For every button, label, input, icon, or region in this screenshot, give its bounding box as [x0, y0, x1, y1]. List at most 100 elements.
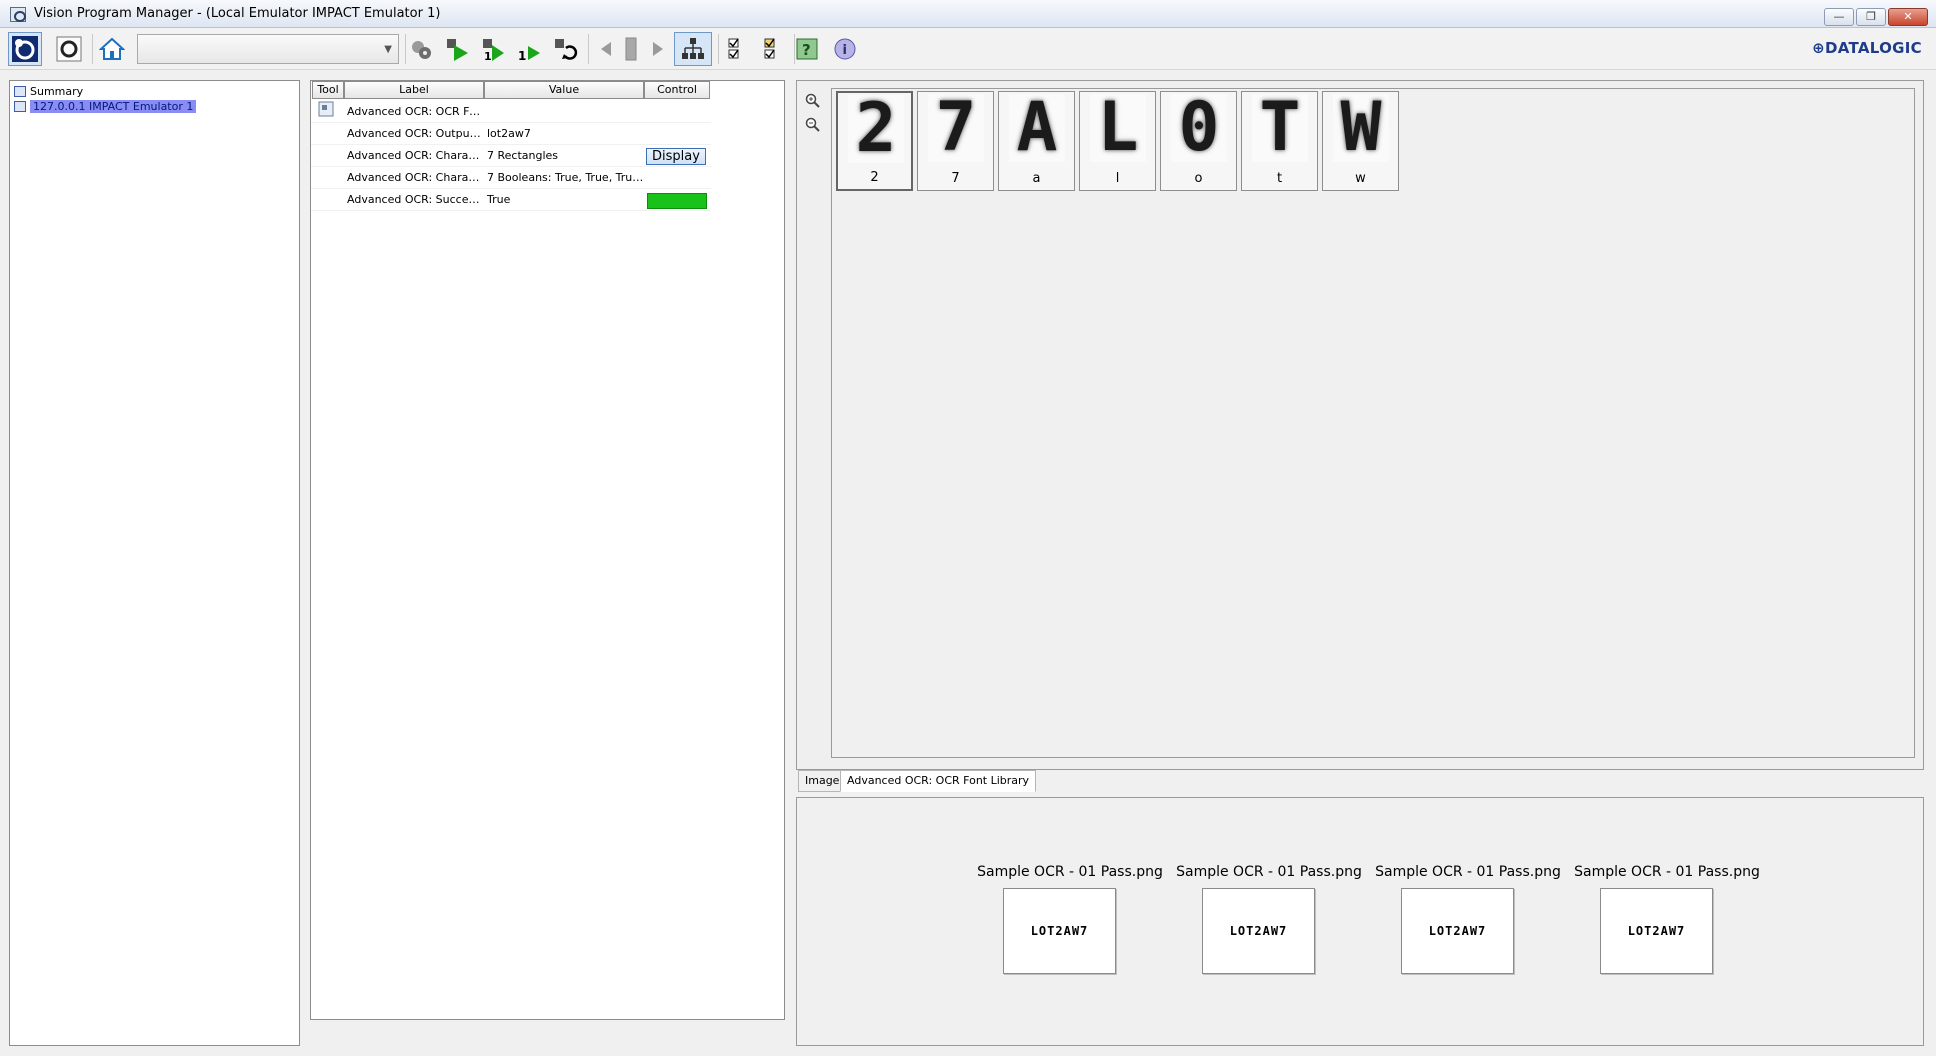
step-one-icon[interactable]: 1 [512, 32, 546, 66]
value-cell: 7 Rectangles [487, 149, 559, 162]
sample-image-item[interactable]: Sample OCR - 01 Pass.png LOT2AW7 [1174, 864, 1364, 974]
table-row[interactable]: Advanced OCR: OCR Fon... [311, 101, 711, 123]
column-header-tool[interactable]: Tool [312, 81, 344, 99]
svg-text:1: 1 [484, 50, 492, 62]
label-cell: Advanced OCR: OCR Fon... [347, 105, 484, 118]
run-continuous-icon[interactable] [548, 32, 582, 66]
filmstrip-panel: Sample OCR - 01 Pass.png LOT2AW7 Sample … [796, 797, 1924, 1046]
glyph-image: L [1090, 94, 1146, 162]
zoom-in-icon[interactable] [805, 93, 821, 109]
home-icon[interactable] [95, 32, 129, 66]
svg-text:?: ? [802, 41, 811, 59]
window-title: Vision Program Manager - (Local Emulator… [34, 6, 441, 21]
hierarchy-icon[interactable] [674, 32, 712, 66]
tree-item-label: 127.0.0.1 IMPACT Emulator 1 [30, 99, 197, 113]
glyph-tile[interactable]: T t [1241, 91, 1318, 191]
tree-item-emulator[interactable]: 127.0.0.1 IMPACT Emulator 1 [14, 99, 197, 113]
tool-cell [315, 101, 343, 123]
column-header-value[interactable]: Value [484, 81, 644, 99]
glyph-tile[interactable]: A a [998, 91, 1075, 191]
table-row[interactable]: Advanced OCR: Characte... 7 Rectangles D… [311, 145, 711, 167]
toolbar: ▼ 1 1 ? i ⊕DATALOGIC [0, 28, 1936, 70]
label-cell: Advanced OCR: Output S... [347, 127, 484, 140]
table-row[interactable]: Advanced OCR: Successf... True [311, 189, 711, 211]
settings-gear-icon[interactable] [404, 32, 438, 66]
value-cell: lot2aw7 [487, 127, 531, 140]
table-row[interactable]: Advanced OCR: Characte... 7 Booleans: Tr… [311, 167, 711, 189]
info-icon[interactable]: i [828, 32, 862, 66]
control-cell [644, 189, 710, 211]
font-library-area: 2 2 7 7 A a L l 0 o T t W w [831, 88, 1915, 758]
tab-ocr-font-library[interactable]: Advanced OCR: OCR Font Library [840, 770, 1037, 792]
monitor-icon [14, 85, 26, 97]
tool-icon[interactable] [318, 101, 334, 117]
run-once-icon[interactable]: 1 [476, 32, 510, 66]
tree-item-summary[interactable]: Summary [14, 84, 83, 98]
column-header-control[interactable]: Control [644, 81, 710, 99]
glyph-image: 2 [848, 95, 904, 163]
zoom-out-icon[interactable] [805, 117, 821, 133]
glyph-tile[interactable]: W w [1322, 91, 1399, 191]
success-status-indicator [647, 193, 707, 209]
glyph-image: A [1009, 94, 1065, 162]
title-bar: Vision Program Manager - (Local Emulator… [0, 0, 1936, 28]
glyph-label: o [1194, 171, 1203, 186]
restore-icon[interactable]: ❐ [1856, 8, 1886, 26]
svg-text:1: 1 [518, 49, 526, 62]
glyph-label: t [1276, 171, 1283, 186]
svg-text:i: i [843, 43, 847, 58]
glyph-tile[interactable]: 2 2 [836, 91, 913, 191]
sample-filename: Sample OCR - 01 Pass.png [1574, 864, 1760, 880]
glyph-label: 7 [951, 171, 960, 186]
table-row[interactable]: Advanced OCR: Output S... lot2aw7 [311, 123, 711, 145]
sample-image-item[interactable]: Sample OCR - 01 Pass.png LOT2AW7 [975, 864, 1165, 974]
glyph-tile[interactable]: 0 o [1160, 91, 1237, 191]
glyph-label: a [1032, 171, 1041, 186]
chevron-down-icon: ▼ [384, 44, 392, 55]
sample-thumbnail: LOT2AW7 [1600, 888, 1713, 974]
tree-item-label: Summary [30, 84, 84, 98]
checklist-icon[interactable] [718, 32, 752, 66]
sample-filename: Sample OCR - 01 Pass.png [977, 864, 1163, 880]
glyph-image: 0 [1171, 94, 1227, 162]
control-cell: Display [644, 145, 710, 167]
glyph-image: T [1252, 94, 1308, 162]
minimize-icon[interactable]: — [1824, 8, 1854, 26]
next-icon[interactable] [640, 32, 674, 66]
sample-thumbnail: LOT2AW7 [1202, 888, 1315, 974]
glyph-image: 7 [928, 94, 984, 162]
device-icon [14, 100, 26, 112]
viewer-tabs: Image Advanced OCR: OCR Font Library [798, 770, 1198, 792]
sample-filename: Sample OCR - 01 Pass.png [1375, 864, 1561, 880]
sample-image-item[interactable]: Sample OCR - 01 Pass.png LOT2AW7 [1373, 864, 1563, 974]
glyph-label: w [1355, 171, 1366, 186]
close-icon[interactable]: ✕ [1888, 8, 1928, 26]
glyph-label: l [1115, 171, 1120, 186]
toolbar-separator [588, 34, 589, 64]
program-select[interactable]: ▼ [137, 34, 399, 64]
sample-image-item[interactable]: Sample OCR - 01 Pass.png LOT2AW7 [1572, 864, 1762, 974]
column-header-label[interactable]: Label [344, 81, 484, 99]
display-button[interactable]: Display [646, 148, 706, 165]
sample-thumbnail: LOT2AW7 [1003, 888, 1116, 974]
value-cell [484, 101, 644, 123]
camera-connect-icon[interactable] [8, 32, 42, 66]
checklist-settings-icon[interactable] [754, 32, 788, 66]
sample-filename: Sample OCR - 01 Pass.png [1176, 864, 1362, 880]
glyph-label: 2 [870, 170, 879, 185]
value-cell: 7 Booleans: True, True, True, ... [487, 171, 644, 184]
toolbar-separator [92, 34, 93, 64]
label-cell: Advanced OCR: Successf... [347, 193, 484, 206]
stop-icon[interactable] [52, 32, 86, 66]
image-viewer: 2 2 7 7 A a L l 0 o T t W w [796, 80, 1924, 770]
label-cell: Advanced OCR: Characte... [347, 171, 484, 184]
device-tree-panel: Summary 127.0.0.1 IMPACT Emulator 1 [9, 80, 300, 1046]
glyph-tile[interactable]: L l [1079, 91, 1156, 191]
run-icon[interactable] [440, 32, 474, 66]
label-cell: Advanced OCR: Characte... [347, 149, 484, 162]
help-icon[interactable]: ? [790, 32, 824, 66]
sample-thumbnail: LOT2AW7 [1401, 888, 1514, 974]
glyph-strip: 2 2 7 7 A a L l 0 o T t W w [836, 91, 1399, 195]
glyph-tile[interactable]: 7 7 [917, 91, 994, 191]
results-grid-panel: Tool Label Value Control Advanced OCR: O… [310, 80, 785, 1020]
